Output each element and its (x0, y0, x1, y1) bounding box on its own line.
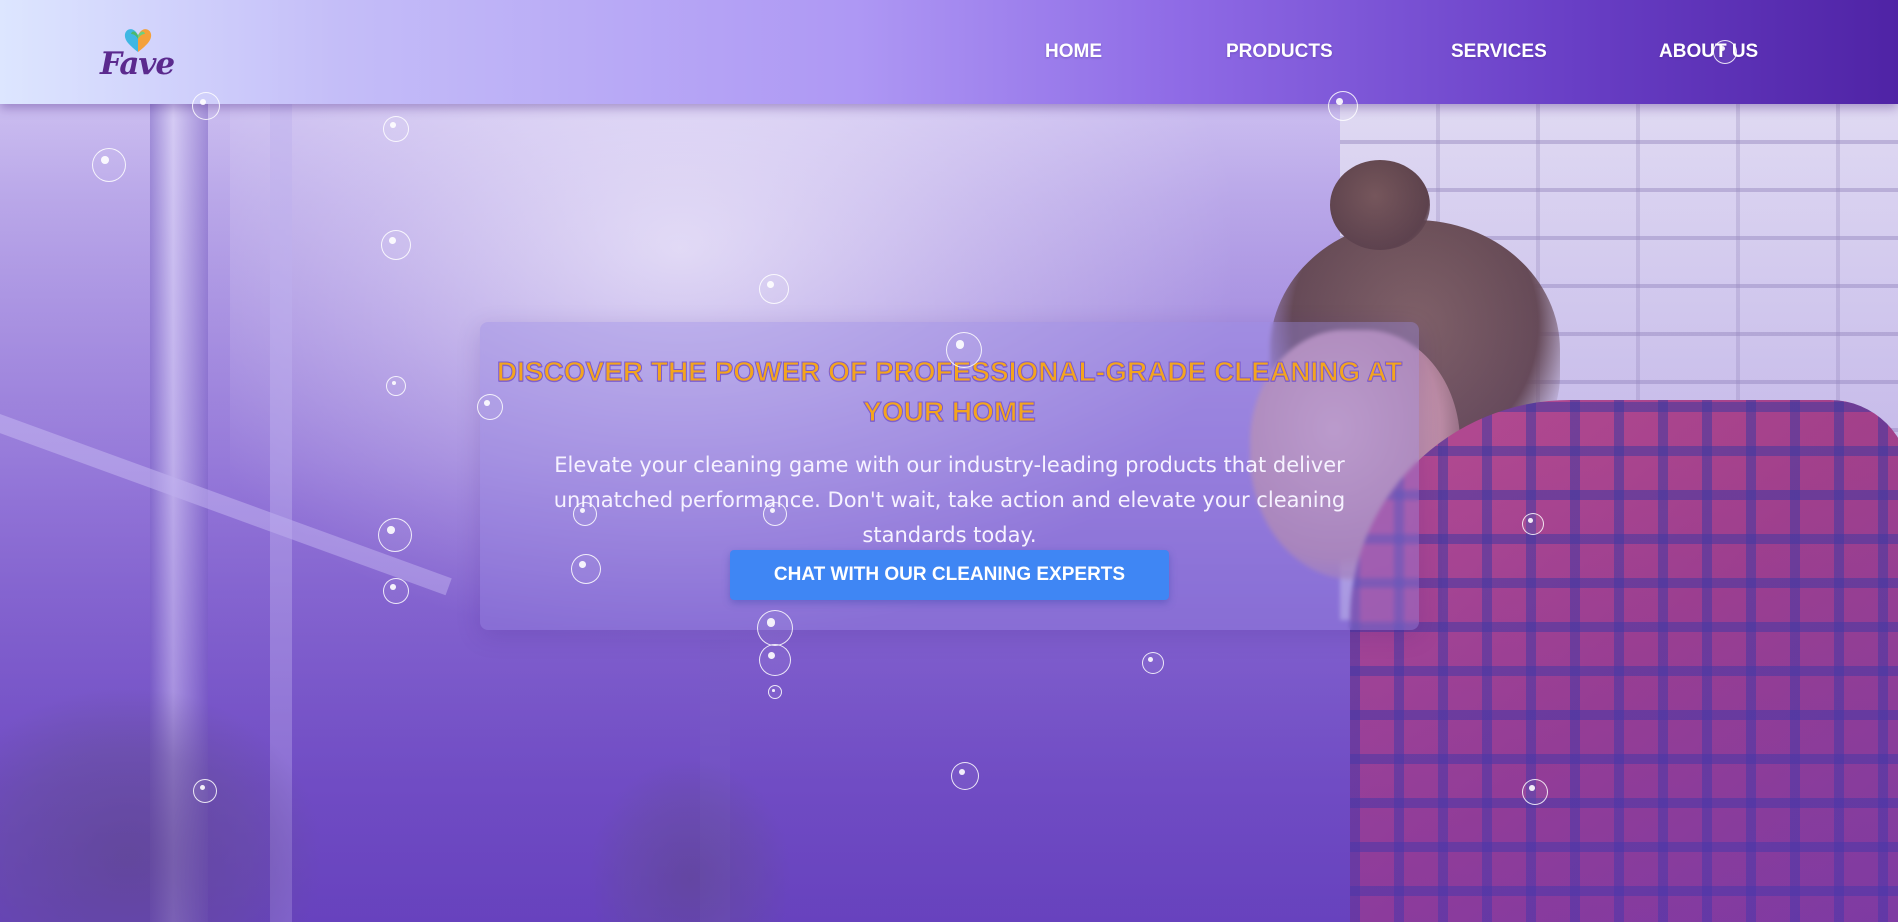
bubble-icon (759, 644, 791, 676)
bubble-icon (386, 376, 406, 396)
bubble-icon (378, 518, 412, 552)
bubble-icon (477, 394, 503, 420)
bubble-icon (763, 502, 787, 526)
nav-home[interactable]: HOME (1045, 41, 1102, 63)
bubble-icon (759, 274, 789, 304)
landing-page: Fave HOME PRODUCTS SERVICES ABOUT US DIS… (0, 0, 1898, 922)
bubble-icon (757, 610, 793, 646)
bubble-icon (92, 148, 126, 182)
brand-logo-text: Fave (100, 46, 175, 82)
hero-headline: DISCOVER THE POWER OF PROFESSIONAL-GRADE… (496, 356, 1403, 428)
bubble-icon (1328, 91, 1358, 121)
bubble-icon (571, 554, 601, 584)
bubble-icon (1522, 779, 1548, 805)
bubble-icon (193, 779, 217, 803)
bubble-icon (383, 578, 409, 604)
hero-card: DISCOVER THE POWER OF PROFESSIONAL-GRADE… (480, 322, 1419, 630)
bubble-icon (383, 116, 409, 142)
nav-services[interactable]: SERVICES (1451, 41, 1547, 63)
brand-logo[interactable]: Fave (98, 26, 184, 82)
chat-with-experts-button[interactable]: CHAT WITH OUR CLEANING EXPERTS (730, 550, 1169, 600)
bubble-icon (1713, 40, 1737, 64)
bubble-icon (573, 502, 597, 526)
nav-products[interactable]: PRODUCTS (1226, 41, 1333, 63)
bubble-icon (1142, 652, 1164, 674)
bubble-icon (192, 92, 220, 120)
bubble-icon (381, 230, 411, 260)
bubble-icon (1522, 513, 1544, 535)
bubble-icon (951, 762, 979, 790)
nav-about-us[interactable]: ABOUT US (1659, 41, 1758, 63)
bubble-icon (946, 332, 982, 368)
hero-subtext: Elevate your cleaning game with our indu… (553, 453, 1346, 547)
site-header: Fave HOME PRODUCTS SERVICES ABOUT US (0, 0, 1898, 104)
bubble-icon (768, 685, 782, 699)
